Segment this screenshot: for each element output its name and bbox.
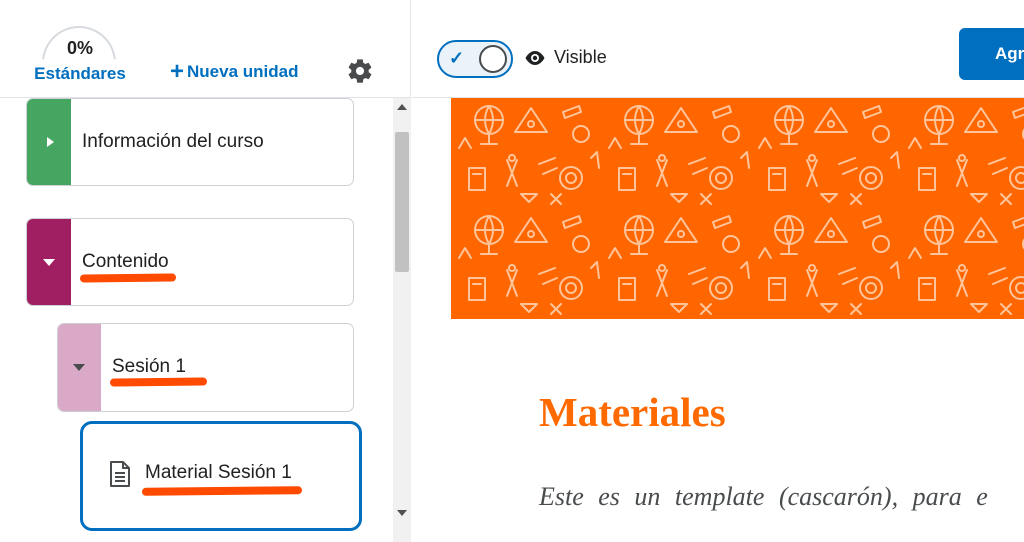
visibility-toggle[interactable]: ✓ <box>437 40 513 78</box>
chevron-right-icon <box>47 137 54 147</box>
annotation-underline <box>109 377 208 387</box>
scroll-up-icon[interactable] <box>397 104 407 110</box>
navigation-header: 0% Estándares + Nueva unidad <box>0 0 411 98</box>
new-unit-button[interactable]: + Nueva unidad <box>170 60 298 84</box>
plus-icon: + <box>170 58 185 85</box>
module-color-stripe <box>27 99 71 185</box>
document-icon <box>110 461 130 487</box>
tree-item-material-session-1[interactable]: Material Sesión 1 <box>80 421 362 531</box>
scrollbar-thumb[interactable] <box>395 132 409 272</box>
course-tree: Información del curso Contenido Sesión 1 <box>0 98 392 542</box>
app-root: 0% Estándares + Nueva unidad Información… <box>0 0 1024 542</box>
tree-item-label: Material Sesión 1 <box>145 462 292 483</box>
tree-item-course-info[interactable]: Información del curso <box>26 98 354 186</box>
standards-percent: 0% <box>66 38 93 58</box>
add-existing-button[interactable]: Agr <box>959 28 1024 80</box>
module-color-stripe <box>58 324 101 411</box>
course-banner-image <box>451 98 1024 319</box>
eye-icon <box>525 50 545 65</box>
check-icon: ✓ <box>449 48 465 68</box>
new-unit-label: Nueva unidad <box>187 62 299 81</box>
content-panel: ✓ Visible Agr Materiales Este es un temp… <box>412 0 1024 542</box>
course-navigation-panel: 0% Estándares + Nueva unidad Información… <box>0 0 411 542</box>
tree-item-label: Contenido <box>82 251 169 272</box>
tree-item-session-1[interactable]: Sesión 1 <box>57 323 354 412</box>
chevron-down-icon <box>43 259 55 266</box>
gear-icon[interactable] <box>346 57 374 85</box>
chevron-down-icon <box>73 364 85 371</box>
page-title: Materiales <box>539 389 726 435</box>
tree-item-content[interactable]: Contenido <box>26 218 354 306</box>
tree-scrollbar[interactable] <box>393 98 411 542</box>
scroll-down-icon[interactable] <box>397 510 407 516</box>
standards-progress[interactable]: 0% Estándares <box>30 22 130 92</box>
school-doodle-pattern <box>451 98 1024 319</box>
tree-item-label: Sesión 1 <box>112 356 186 377</box>
page-body-text: Este es un template (cascarón), para e <box>539 482 988 511</box>
annotation-underline <box>79 273 177 283</box>
visibility-status: Visible <box>524 47 607 68</box>
tree-item-label: Información del curso <box>82 131 264 152</box>
standards-label[interactable]: Estándares <box>30 64 130 84</box>
toggle-knob <box>479 45 507 73</box>
module-color-stripe <box>27 219 71 305</box>
annotation-underline <box>141 486 303 496</box>
content-toolbar: ✓ Visible Agr <box>412 0 1024 98</box>
visibility-label: Visible <box>554 47 607 67</box>
